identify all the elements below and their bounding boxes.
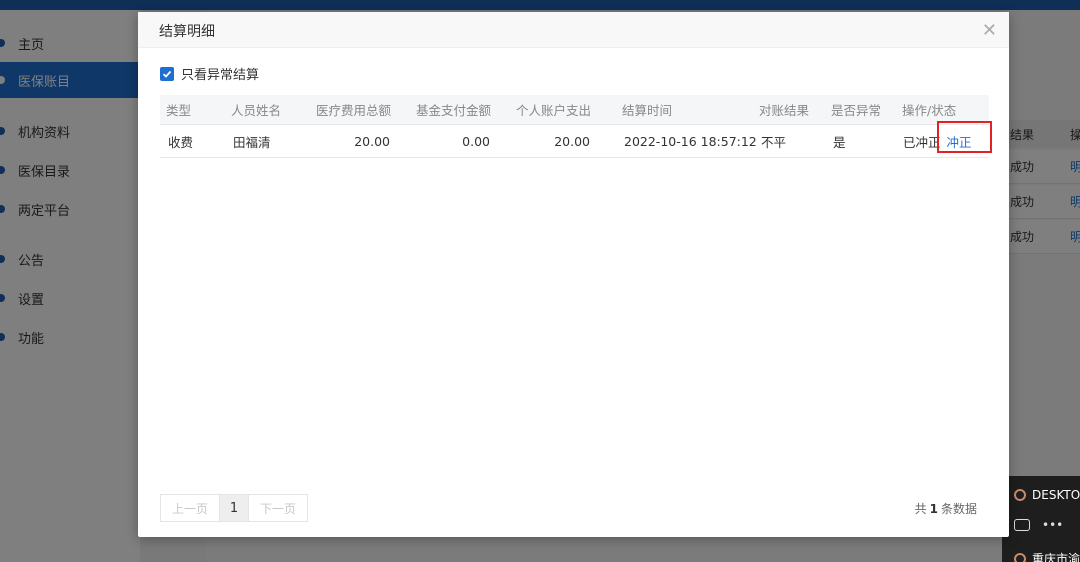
desktop-title-row: DESKTO bbox=[1014, 488, 1080, 502]
desktop-actions-row: ••• bbox=[1014, 518, 1063, 532]
location-pin-icon bbox=[1014, 552, 1026, 562]
checkbox-checked-icon[interactable] bbox=[160, 66, 174, 81]
next-page-button[interactable]: 下一页 bbox=[249, 495, 307, 521]
checkbox-label: 只看异常结算 bbox=[181, 68, 260, 83]
desktop-title: DESKTO bbox=[1032, 488, 1080, 502]
table-header: 类型 人员姓名 医疗费用总额 基金支付金额 个人账户支出 结算时间 对账结果 是… bbox=[160, 95, 989, 125]
reconcile-result-cell: 不平 bbox=[761, 134, 787, 150]
pagination: 上一页 1 下一页 bbox=[160, 494, 308, 522]
location-pin-icon bbox=[1014, 489, 1026, 501]
close-icon[interactable]: ✕ bbox=[982, 20, 997, 41]
status-text: 已冲正 bbox=[903, 134, 941, 150]
apps-icon[interactable]: ••• bbox=[1042, 518, 1063, 532]
modal-title: 结算明细 bbox=[159, 24, 215, 40]
name-cell: 田福清 bbox=[233, 134, 271, 150]
column-header: 对账结果 bbox=[759, 103, 810, 118]
total-prefix: 共 bbox=[914, 502, 927, 516]
settlement-table: 类型 人员姓名 医疗费用总额 基金支付金额 个人账户支出 结算时间 对账结果 是… bbox=[160, 95, 992, 158]
prev-page-button[interactable]: 上一页 bbox=[161, 495, 219, 521]
table-row: 收费 田福清 20.00 0.00 20.00 2022-10-16 18:57… bbox=[160, 125, 989, 158]
personal-account-cell: 20.00 bbox=[554, 133, 590, 149]
total-suffix: 条数据 bbox=[940, 502, 977, 516]
column-header: 医疗费用总额 bbox=[316, 103, 392, 118]
column-header: 基金支付金额 bbox=[416, 103, 492, 118]
total-count: 共 1 条数据 bbox=[915, 500, 977, 517]
abnormal-cell: 是 bbox=[833, 134, 846, 150]
column-header: 操作/状态 bbox=[902, 103, 957, 118]
total-cost-cell: 20.00 bbox=[354, 133, 390, 149]
abnormal-only-checkbox[interactable]: 只看异常结算 bbox=[160, 64, 259, 83]
column-header: 个人账户支出 bbox=[516, 103, 592, 118]
type-cell: 收费 bbox=[168, 134, 194, 150]
chat-icon[interactable] bbox=[1014, 519, 1030, 531]
desktop-location: 重庆市渝 bbox=[1032, 552, 1080, 562]
page-number-current[interactable]: 1 bbox=[219, 495, 249, 521]
column-header: 结算时间 bbox=[622, 103, 673, 118]
column-header: 人员姓名 bbox=[231, 103, 282, 118]
total-count-value: 1 bbox=[929, 502, 938, 516]
fund-payment-cell: 0.00 bbox=[462, 133, 490, 149]
desktop-popup: DESKTO ••• 重庆市渝 bbox=[1002, 476, 1080, 562]
desktop-location-row: 重庆市渝 bbox=[1014, 550, 1080, 562]
modal-header: 结算明细 ✕ bbox=[138, 12, 1009, 48]
highlight-box bbox=[937, 121, 992, 153]
settlement-time-cell: 2022-10-16 18:57:12 bbox=[624, 133, 757, 149]
column-header: 是否异常 bbox=[831, 103, 882, 118]
column-header: 类型 bbox=[166, 103, 192, 118]
settlement-detail-modal: 结算明细 ✕ 只看异常结算 类型 人员姓名 医疗费用总额 基金支付金额 个人账户… bbox=[138, 12, 1009, 537]
